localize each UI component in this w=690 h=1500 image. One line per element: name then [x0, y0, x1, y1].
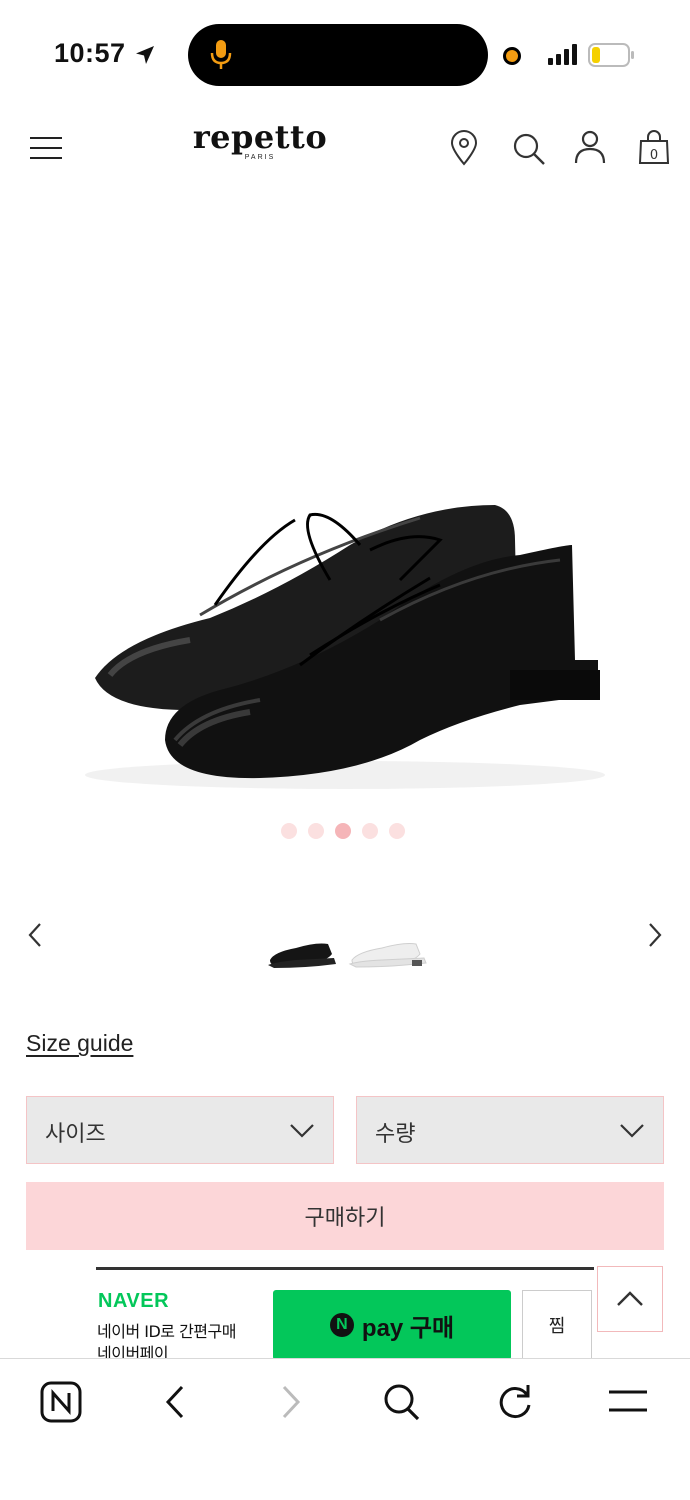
chevron-down-icon — [289, 1121, 315, 1143]
buy-button[interactable]: 구매하기 — [26, 1182, 664, 1250]
svg-text:0: 0 — [650, 148, 658, 163]
size-guide-link[interactable]: Size guide — [26, 1030, 133, 1057]
color-thumbnail-white[interactable] — [348, 938, 428, 974]
brand-name: repetto — [192, 118, 328, 156]
browser-search-icon[interactable] — [382, 1381, 422, 1427]
color-thumbnail-black[interactable] — [266, 938, 338, 974]
chevron-up-icon — [617, 1291, 643, 1306]
carousel-dot[interactable] — [308, 823, 324, 839]
hamburger-menu-icon[interactable] — [30, 136, 64, 166]
shopping-bag-icon[interactable]: 0 — [638, 130, 670, 170]
wishlist-button[interactable]: 찜 — [522, 1290, 592, 1360]
recording-indicator — [503, 47, 521, 65]
back-arrow-icon[interactable] — [160, 1381, 190, 1427]
scroll-to-top-button[interactable] — [597, 1266, 663, 1332]
carousel-dot[interactable] — [389, 823, 405, 839]
naver-divider — [96, 1267, 594, 1270]
naver-n-icon: N — [329, 1313, 354, 1337]
location-arrow-icon — [134, 44, 156, 70]
carousel-dot[interactable] — [362, 823, 378, 839]
naver-home-icon[interactable] — [40, 1381, 82, 1427]
microphone-icon — [208, 38, 234, 76]
forward-arrow-icon[interactable] — [276, 1381, 306, 1427]
naver-pay-button-label: pay 구매 — [361, 1314, 455, 1342]
brand-logo[interactable]: repetto PARIS — [190, 120, 330, 161]
carousel-dot[interactable] — [281, 823, 297, 839]
size-select[interactable]: 사이즈 — [26, 1096, 334, 1164]
product-image[interactable] — [0, 200, 690, 820]
refresh-icon[interactable] — [496, 1381, 534, 1427]
quantity-select[interactable]: 수량 — [356, 1096, 664, 1164]
next-color-arrow-icon[interactable] — [644, 920, 666, 954]
battery-icon — [588, 43, 636, 71]
carousel-dots — [281, 823, 405, 839]
status-time: 10:57 — [54, 38, 126, 68]
cellular-signal-icon — [548, 44, 582, 70]
search-icon[interactable] — [512, 132, 546, 170]
account-icon[interactable] — [574, 130, 606, 168]
carousel-dot-active[interactable] — [335, 823, 351, 839]
naver-logo: NAVER — [98, 1290, 170, 1312]
size-select-label: 사이즈 — [45, 1122, 106, 1147]
quantity-select-label: 수량 — [375, 1122, 416, 1147]
chevron-down-icon — [619, 1121, 645, 1143]
naver-description: 네이버 ID로 간편구매 — [97, 1322, 236, 1341]
store-locator-icon[interactable] — [450, 130, 478, 170]
browser-toolbar — [0, 1358, 690, 1500]
browser-menu-icon[interactable] — [608, 1389, 648, 1419]
previous-color-arrow-icon[interactable] — [24, 920, 46, 954]
naver-pay-buy-button[interactable]: N pay 구매 — [273, 1290, 511, 1360]
